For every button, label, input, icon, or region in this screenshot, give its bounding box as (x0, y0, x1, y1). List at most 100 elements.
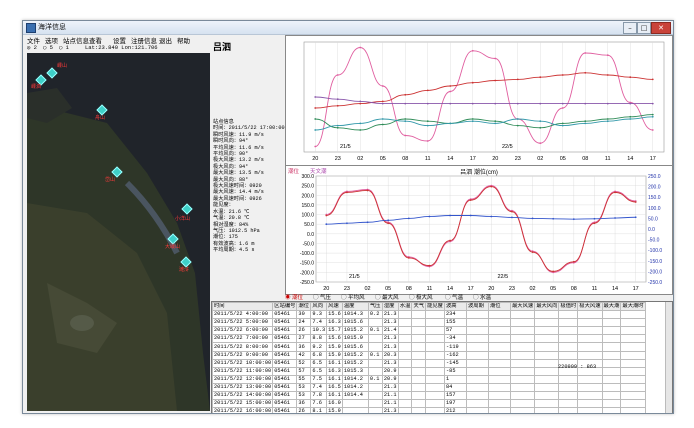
maximize-button[interactable]: □ (637, 22, 651, 34)
table-cell (558, 374, 579, 384)
table-row[interactable]: 2011/5/22 5:00:00 05461 24 7.4 16.3 1015.6 21.… (212, 318, 646, 328)
table-cell: 05461 (272, 318, 298, 328)
table-header-cell[interactable]: 风向 (310, 302, 328, 312)
data-point (494, 120, 497, 123)
station-label: 舟山 (95, 115, 106, 121)
table-header-cell[interactable]: 最大潮 (601, 302, 622, 312)
zoom-option-2[interactable]: ◎ 2 (27, 44, 37, 51)
table-header-cell[interactable]: 区站编号 (272, 302, 298, 312)
table-row[interactable]: 2011/5/22 16:00:00 05461 26 8.1 15.9 21.3 212 (212, 407, 646, 413)
table-row[interactable]: 2011/5/22 7:00:00 05461 27 8.8 15.6 1015.9 21.… (212, 334, 646, 344)
table-cell (558, 334, 579, 344)
table-row[interactable]: 2011/5/22 14:00:00 05461 53 7.8 16.1 1014.4 21… (212, 391, 646, 401)
minimize-button[interactable]: – (623, 22, 637, 34)
close-button[interactable]: ✕ (651, 22, 671, 34)
data-point (404, 118, 407, 120)
series-option-pressure[interactable]: ◯ 气压 (313, 293, 331, 301)
table-header-cell[interactable]: 极大风速 (577, 302, 603, 312)
data-point (494, 122, 497, 125)
x-tick-label: 08 (402, 156, 408, 162)
table-header-cell[interactable]: 潮位 (296, 302, 312, 312)
table-header-cell[interactable]: 潮位 (487, 302, 511, 312)
table-cell: 21.1 (381, 391, 399, 401)
table-row[interactable]: 2011/5/22 4:00:00 05461 30 9.3 15.6 1014.3 0.2… (212, 310, 646, 320)
table-header-cell[interactable]: 极值时 (558, 302, 579, 312)
table-scrollbar[interactable] (665, 302, 672, 413)
title-bar: 海洋信息 – □ ✕ (23, 21, 673, 35)
table-cell (425, 382, 445, 393)
table-cell: 0.2 (367, 310, 383, 320)
table-row[interactable]: 2011/5/22 6:00:00 05461 26 10.3 15.7 1015.2 0.… (212, 326, 646, 336)
data-point (428, 264, 431, 267)
data-table[interactable]: 时间 区站编号 潮位 风向 风速 温度 气压 湿度 水温 天气 能见度 波高 波周期 潮位 最大风速 最大风向… (211, 301, 673, 413)
satellite-map[interactable]: 嵊山 嵊泗 舟山 岱山 小洋山 大戢山 滩浒 (27, 53, 210, 411)
table-header-cell[interactable]: 湿度 (381, 302, 399, 312)
data-point (325, 214, 328, 217)
data-point (359, 102, 362, 105)
table-cell (367, 382, 383, 393)
table-cell (411, 399, 427, 409)
table-header-cell[interactable]: 风速 (326, 302, 343, 312)
data-point (381, 100, 384, 103)
table-cell: 7.5 (310, 374, 328, 384)
table-cell (397, 366, 413, 376)
series-option-extreme-wind[interactable]: ◯ 极大风 (409, 293, 433, 301)
table-header-cell[interactable]: 水温 (397, 302, 413, 312)
table-header-cell[interactable]: 温度 (341, 302, 369, 312)
series-option-water-temp[interactable]: ◯ 水温 (473, 293, 491, 301)
table-header-cell[interactable]: 气压 (367, 302, 383, 312)
table-header-cell[interactable]: 能见度 (425, 302, 445, 312)
x-tick-label: 05 (560, 156, 566, 162)
table-cell: 197 (443, 399, 467, 409)
table-header-cell[interactable]: 时间 (212, 302, 274, 312)
data-point (359, 129, 362, 131)
x-tick-label: 14 (447, 156, 453, 162)
table-header-cell[interactable]: 最大潮时 (620, 302, 646, 312)
table-cell: 1015.6 (341, 342, 369, 352)
table-cell (558, 342, 579, 352)
table-cell: 212 (443, 407, 467, 413)
table-cell (397, 374, 413, 384)
series-option-air-temp[interactable]: ◯ 气温 (445, 293, 463, 301)
table-header-cell[interactable]: 最大风速 (509, 302, 536, 312)
table-cell (577, 350, 603, 360)
table-cell (558, 399, 579, 409)
series-option-tide[interactable]: ◉ 潮位 (285, 293, 303, 301)
table-cell (601, 310, 622, 320)
table-cell (534, 374, 560, 384)
table-row[interactable]: 2011/5/22 13:00:00 05461 53 7.4 16.5 1014.2 21… (212, 382, 646, 393)
table-header-cell[interactable]: 波周期 (465, 302, 489, 312)
series-option-avg-wind[interactable]: ◯ 平均风 (341, 293, 365, 301)
y-right-tick-label: -100.0 (648, 248, 662, 254)
table-row[interactable]: 2011/5/22 12:00:00 05461 55 7.5 16.1 1014.2 0.… (212, 374, 646, 384)
y-tick-label: 50.0 (304, 222, 314, 228)
table-cell (534, 342, 560, 352)
data-point (471, 81, 474, 84)
table-header-cell[interactable]: 最大风向 (534, 302, 560, 312)
data-point (539, 120, 542, 123)
table-row[interactable]: 2011/5/22 9:00:00 05461 42 6.8 15.9 1015.2 0.1… (212, 350, 646, 360)
table-row[interactable]: 2011/5/22 15:00:00 05461 36 7.6 16.0 21.1 197 (212, 399, 646, 409)
table-cell (425, 310, 445, 320)
data-point (407, 257, 410, 259)
data-point (572, 218, 575, 221)
zoom-option-1[interactable]: ◯ 1 (59, 44, 69, 51)
x-tick-label: 14 (612, 286, 618, 292)
table-header-cell[interactable]: 波高 (443, 302, 467, 312)
table-cell (465, 399, 489, 409)
table-cell: 05461 (272, 391, 298, 401)
table-cell (534, 318, 560, 328)
table-row[interactable]: 2011/5/22 8:00:00 05461 36 9.2 15.9 1015.6 21.… (212, 342, 646, 352)
table-header-cell[interactable]: 天气 (411, 302, 427, 312)
table-cell (367, 407, 383, 413)
table-cell: 15.9 (326, 342, 343, 352)
table-cell (487, 342, 511, 352)
series-option-max-wind[interactable]: ◯ 最大风 (375, 293, 399, 301)
table-cell: 1015.9 (341, 334, 369, 344)
table-cell: 8.8 (310, 334, 328, 344)
x-tick-label: 02 (357, 156, 363, 162)
table-cell (601, 382, 622, 393)
zoom-option-5[interactable]: ◯ 5 (43, 44, 53, 51)
station-info-panel: 站点信息 时间：2011/5/22 17:00:00 瞬时风速：11.9 m/s… (213, 51, 287, 261)
table-cell: 1014.2 (341, 382, 369, 393)
